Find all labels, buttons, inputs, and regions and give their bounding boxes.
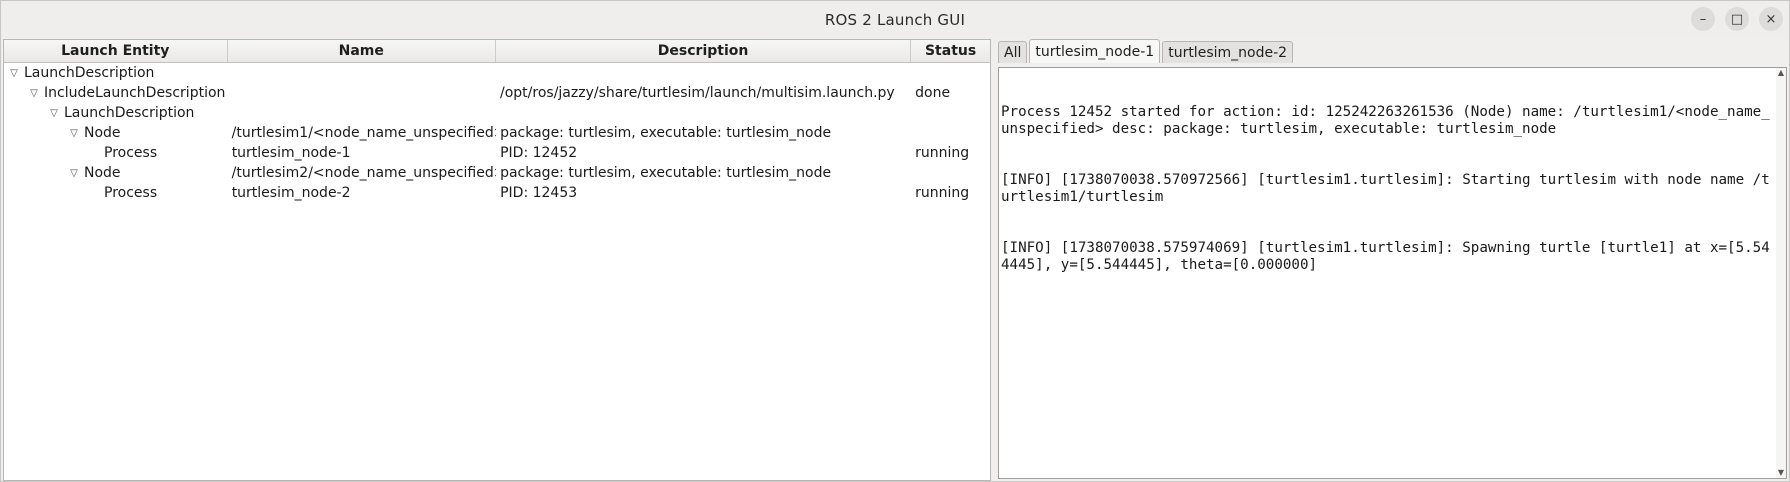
expand-toggle-icon[interactable]: ▽ <box>68 168 80 179</box>
launch-tree-view[interactable]: Launch Entity Name Description Status ▽ … <box>3 39 991 481</box>
scroll-up-icon[interactable]: ▲ <box>1776 68 1786 78</box>
tree-row[interactable]: ▽ LaunchDescription <box>4 63 990 83</box>
tree-row[interactable]: Process turtlesim_node-1 PID: 12452 runn… <box>4 143 990 163</box>
log-text: Process 12452 started for action: id: 12… <box>999 68 1786 308</box>
tree-status-cell <box>911 103 990 123</box>
log-line: Process 12452 started for action: id: 12… <box>1001 104 1770 137</box>
tree-name-cell: turtlesim_node-1 <box>231 145 351 161</box>
tree-name-cell <box>228 63 496 83</box>
minimize-button[interactable]: – <box>1691 7 1715 31</box>
expand-toggle-icon[interactable]: ▽ <box>68 128 80 139</box>
log-scrollbar[interactable]: ▲ ▼ <box>1776 68 1786 478</box>
tab-turtlesim-node-1[interactable]: turtlesim_node-1 <box>1029 39 1161 63</box>
tree-description-cell: PID: 12452 <box>500 145 578 161</box>
scroll-down-icon[interactable]: ▼ <box>1776 468 1786 478</box>
tree-description-cell: package: turtlesim, executable: turtlesi… <box>500 125 832 141</box>
tab-turtlesim-node-2[interactable]: turtlesim_node-2 <box>1162 41 1294 63</box>
log-line: [INFO] [1738070038.575974069] [turtlesim… <box>1001 240 1770 273</box>
expand-toggle-icon[interactable]: ▽ <box>48 108 60 119</box>
column-header-status[interactable]: Status <box>911 40 990 62</box>
app-window: ROS 2 Launch GUI – □ × Launch Entity Nam… <box>0 0 1790 482</box>
tree-description-cell <box>496 103 911 123</box>
minimize-icon: – <box>1699 11 1707 27</box>
tree-entity-label: Node <box>84 165 121 181</box>
tree-row[interactable]: ▽ IncludeLaunchDescription /opt/ros/jazz… <box>4 83 990 103</box>
tree-status-cell: done <box>915 85 951 101</box>
log-tabs: All turtlesim_node-1 turtlesim_node-2 <box>994 39 1789 63</box>
log-output[interactable]: Process 12452 started for action: id: 12… <box>998 67 1787 479</box>
column-header-name[interactable]: Name <box>228 40 496 62</box>
tree-entity-label: Process <box>104 185 158 201</box>
tree-description-cell: PID: 12453 <box>500 185 578 201</box>
tree-entity-label: IncludeLaunchDescription <box>44 85 226 101</box>
tree-row[interactable]: ▽ Node /turtlesim1/<node_name_unspecifie… <box>4 123 990 143</box>
tree-body: ▽ LaunchDescription ▽ IncludeLaunchDescr… <box>4 63 990 203</box>
tree-description-cell <box>496 63 911 83</box>
tree-entity-label: Node <box>84 125 121 141</box>
tree-name-cell: /turtlesim1/<node_name_unspecified> <box>231 125 497 141</box>
tree-entity-label: Process <box>104 145 158 161</box>
maximize-button[interactable]: □ <box>1725 7 1749 31</box>
column-header-description[interactable]: Description <box>496 40 912 62</box>
tree-header: Launch Entity Name Description Status <box>4 40 990 63</box>
tree-description-cell: package: turtlesim, executable: turtlesi… <box>500 165 832 181</box>
tree-row[interactable]: ▽ LaunchDescription <box>4 103 990 123</box>
window-title: ROS 2 Launch GUI <box>824 10 966 29</box>
tree-name-cell: /turtlesim2/<node_name_unspecified> <box>231 165 497 181</box>
column-header-launch-entity[interactable]: Launch Entity <box>4 40 228 62</box>
tree-status-cell <box>911 123 990 143</box>
close-icon: × <box>1765 11 1777 27</box>
tree-row[interactable]: ▽ Node /turtlesim2/<node_name_unspecifie… <box>4 163 990 183</box>
tab-all[interactable]: All <box>998 41 1028 63</box>
tree-name-cell <box>228 103 496 123</box>
tree-status-cell <box>911 163 990 183</box>
tree-status-cell: running <box>915 145 970 161</box>
tree-status-cell: running <box>915 185 970 201</box>
close-button[interactable]: × <box>1759 7 1783 31</box>
expand-toggle-icon[interactable]: ▽ <box>28 88 40 99</box>
tree-description-cell: /opt/ros/jazzy/share/turtlesim/launch/mu… <box>500 85 895 101</box>
maximize-icon: □ <box>1730 11 1744 27</box>
tree-entity-label: LaunchDescription <box>24 65 155 81</box>
title-bar: ROS 2 Launch GUI – □ × <box>1 1 1789 38</box>
tree-name-cell: turtlesim_node-2 <box>231 185 351 201</box>
log-panel: All turtlesim_node-1 turtlesim_node-2 Pr… <box>994 39 1789 481</box>
tree-status-cell <box>911 63 990 83</box>
tree-entity-label: LaunchDescription <box>64 105 195 121</box>
expand-toggle-icon[interactable]: ▽ <box>8 68 20 79</box>
log-line: [INFO] [1738070038.570972566] [turtlesim… <box>1001 172 1770 205</box>
tree-row[interactable]: Process turtlesim_node-2 PID: 12453 runn… <box>4 183 990 203</box>
window-controls: – □ × <box>1691 7 1783 31</box>
tree-name-cell <box>228 83 496 103</box>
